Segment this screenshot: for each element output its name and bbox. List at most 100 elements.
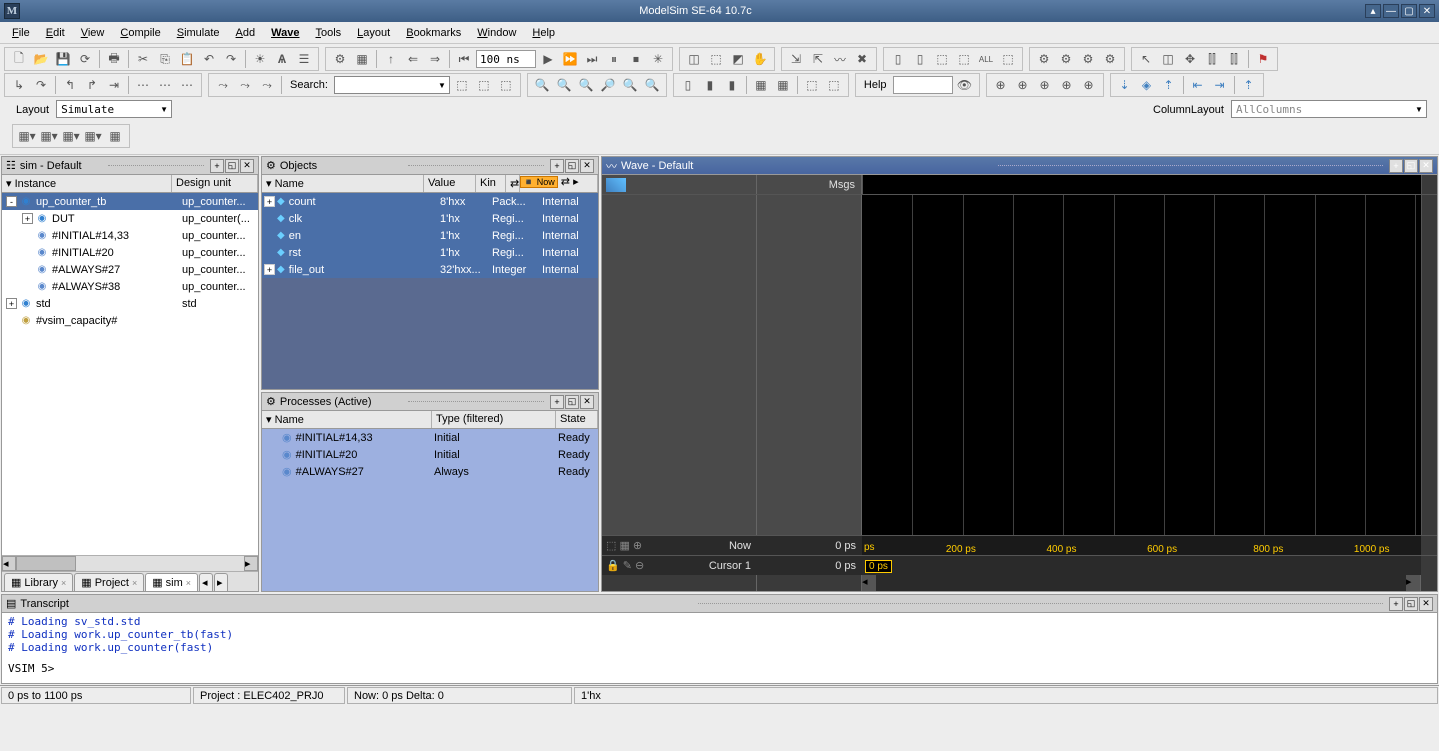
menu-layout[interactable]: Layout xyxy=(349,24,398,42)
panel-close-button[interactable]: ✕ xyxy=(580,395,594,409)
add-log-icon[interactable]: ⊕ xyxy=(1035,75,1055,95)
trace-icon-1[interactable]: ⤳ xyxy=(213,75,233,95)
save-icon[interactable]: 💾 xyxy=(53,49,73,69)
close-button[interactable]: ✕ xyxy=(1419,4,1435,18)
tab-nav-right[interactable]: ▸ xyxy=(214,573,228,591)
misc-all-icon[interactable]: ALL xyxy=(976,49,996,69)
panel-close-button[interactable]: ✕ xyxy=(580,159,594,173)
misc-icon-1[interactable]: ▯ xyxy=(888,49,908,69)
wave-plot-area[interactable] xyxy=(862,195,1421,535)
wave-hscroll[interactable]: ◂▸ xyxy=(602,575,1437,591)
wave-time-ruler[interactable]: ps200 ps400 ps600 ps800 ps1000 ps xyxy=(862,536,1421,555)
memory-icon-4[interactable]: ▦▾ xyxy=(83,126,103,146)
tab-close-icon[interactable]: × xyxy=(186,578,191,588)
layout-combo[interactable]: ▼ xyxy=(56,100,172,118)
object-row[interactable]: ◆clk1'hxRegi...Internal xyxy=(262,210,598,227)
proc-col-name[interactable]: ▾ Name xyxy=(262,411,432,428)
expand-toggle[interactable]: + xyxy=(264,264,275,275)
config-icon-3[interactable]: ⚙ xyxy=(1078,49,1098,69)
panel-dock-button[interactable]: ◱ xyxy=(225,159,239,173)
cursor-icon-1[interactable]: ⇣ xyxy=(1115,75,1135,95)
panel-add-button[interactable]: + xyxy=(210,159,224,173)
expand-toggle[interactable]: - xyxy=(6,196,17,207)
tree-row[interactable]: ◉#INITIAL#14,33up_counter... xyxy=(2,227,258,244)
grid-icon-4[interactable]: ⬚ xyxy=(824,75,844,95)
wave-cursor-time[interactable]: 0 ps xyxy=(862,556,1421,575)
menu-view[interactable]: View xyxy=(73,24,113,42)
process-row[interactable]: ◉#INITIAL#14,33InitialReady xyxy=(262,429,598,446)
cursor-nav-1[interactable]: ⇤ xyxy=(1188,75,1208,95)
step-icon-c[interactable]: ⋯ xyxy=(177,75,197,95)
new-file-icon[interactable]: 🗋 xyxy=(9,49,29,69)
panel-dock-button[interactable]: ◱ xyxy=(1404,159,1418,173)
pointer-icon[interactable]: ↖ xyxy=(1136,49,1156,69)
columnlayout-combo[interactable]: ▼ xyxy=(1231,100,1427,118)
objects-panel-title[interactable]: ⚙Objects + ◱ ✕ xyxy=(262,157,598,175)
menu-bookmarks[interactable]: Bookmarks xyxy=(398,24,469,42)
menu-add[interactable]: Add xyxy=(228,24,264,42)
grid-icon-3[interactable]: ⬚ xyxy=(802,75,822,95)
memory-icon-2[interactable]: ▦▾ xyxy=(39,126,59,146)
search-opt-icon[interactable]: ⬚ xyxy=(496,75,516,95)
compile-icon[interactable]: ⚙ xyxy=(330,49,350,69)
tab-sim[interactable]: ▦sim× xyxy=(145,573,198,591)
step-icon-b[interactable]: ⋯ xyxy=(155,75,175,95)
transcript-title[interactable]: ▤Transcript + ◱ ✕ xyxy=(2,595,1437,613)
maximize-button[interactable]: ▢ xyxy=(1401,4,1417,18)
search-combo[interactable]: ▼ xyxy=(334,76,450,94)
run-time-input[interactable] xyxy=(476,50,536,68)
zoom-range-icon[interactable]: 🔍 xyxy=(642,75,662,95)
config-icon-1[interactable]: ⚙ xyxy=(1034,49,1054,69)
expand-icon[interactable]: ⇲ xyxy=(786,49,806,69)
tree-row[interactable]: +◉DUTup_counter(... xyxy=(2,210,258,227)
search-input[interactable] xyxy=(335,77,435,93)
process-row[interactable]: ◉#INITIAL#20InitialReady xyxy=(262,446,598,463)
transcript-prompt[interactable]: VSIM 5> xyxy=(8,662,1431,675)
wave-del-icon[interactable]: ✖ xyxy=(852,49,872,69)
step-over-icon[interactable]: ↷ xyxy=(31,75,51,95)
sim-hscroll[interactable]: ◂▸ xyxy=(2,555,258,571)
panel-close-button[interactable]: ✕ xyxy=(1419,159,1433,173)
trace-icon-3[interactable]: ⤳ xyxy=(257,75,277,95)
tree-row[interactable]: ◉#vsim_capacity# xyxy=(2,312,258,329)
menu-simulate[interactable]: Simulate xyxy=(169,24,228,42)
add-list-icon[interactable]: ⊕ xyxy=(1013,75,1033,95)
add-wave-icon[interactable]: ⊕ xyxy=(991,75,1011,95)
cursor-icon-2[interactable]: ◈ xyxy=(1137,75,1157,95)
panel-add-button[interactable]: + xyxy=(1389,159,1403,173)
misc-icon-4[interactable]: ⬚ xyxy=(954,49,974,69)
config-icon-4[interactable]: ⚙ xyxy=(1100,49,1120,69)
search-next-icon[interactable]: ⬚ xyxy=(474,75,494,95)
menu-window[interactable]: Window xyxy=(469,24,524,42)
obj-col-now[interactable]: ◾ Now ⇄ ▸ xyxy=(520,175,598,192)
menu-help[interactable]: Help xyxy=(524,24,563,42)
tree-row[interactable]: ◉#ALWAYS#27up_counter... xyxy=(2,261,258,278)
misc-icon-2[interactable]: ▯ xyxy=(910,49,930,69)
panel-dock-button[interactable]: ◱ xyxy=(565,395,579,409)
proc-col-type[interactable]: Type (filtered) xyxy=(432,411,556,428)
wave-panel-title[interactable]: 〰Wave - Default + ◱ ✕ xyxy=(602,157,1437,175)
zoom-out-icon[interactable]: 🔍 xyxy=(554,75,574,95)
tool-icon-d[interactable]: ✋ xyxy=(750,49,770,69)
panel-add-button[interactable]: + xyxy=(550,395,564,409)
step-icon-a[interactable]: ⋯ xyxy=(133,75,153,95)
sim-panel-title[interactable]: ☷sim - Default + ◱ ✕ xyxy=(2,157,258,175)
tree-row[interactable]: ◉#ALWAYS#38up_counter... xyxy=(2,278,258,295)
panel-close-button[interactable]: ✕ xyxy=(240,159,254,173)
minimize-button[interactable]: ― xyxy=(1383,4,1399,18)
menu-compile[interactable]: Compile xyxy=(112,24,168,42)
zoom-in-icon[interactable]: 🔍 xyxy=(532,75,552,95)
proc-col-state[interactable]: State xyxy=(556,411,598,428)
chevron-down-icon[interactable]: ▼ xyxy=(157,105,171,114)
chevron-down-icon[interactable]: ▼ xyxy=(1412,105,1426,114)
expand-toggle[interactable]: + xyxy=(6,298,17,309)
step-cursor-icon[interactable]: ⇥ xyxy=(104,75,124,95)
list-icon[interactable]: ☰ xyxy=(294,49,314,69)
tab-project[interactable]: ▦Project× xyxy=(74,573,144,591)
collapse-icon[interactable]: ⇱ xyxy=(808,49,828,69)
move-icon[interactable]: ✥ xyxy=(1180,49,1200,69)
help-input[interactable] xyxy=(893,76,953,94)
zoom-full-icon[interactable]: 🔍 xyxy=(576,75,596,95)
menu-edit[interactable]: Edit xyxy=(38,24,73,42)
undo-icon[interactable]: ↶ xyxy=(199,49,219,69)
